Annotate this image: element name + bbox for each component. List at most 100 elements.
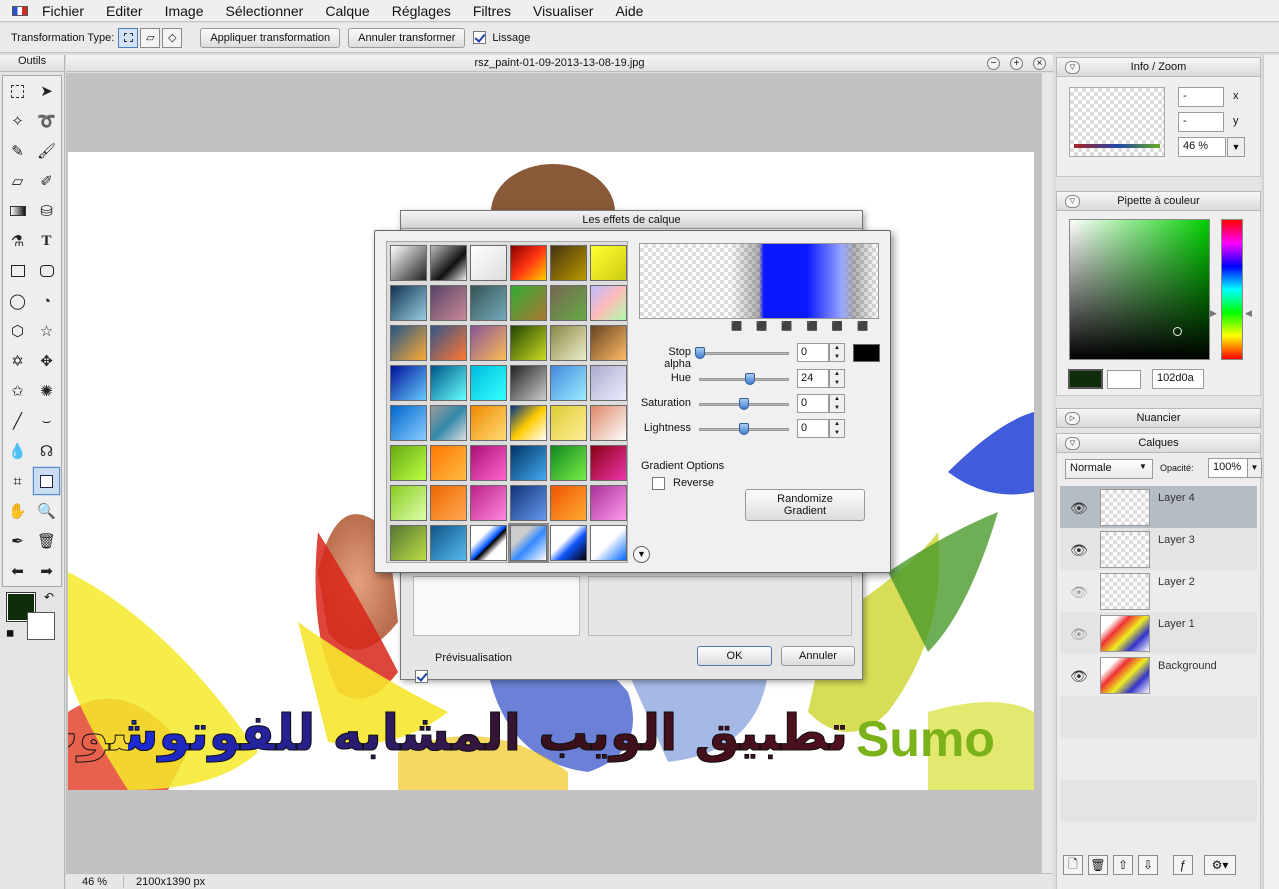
smoothing-checkbox[interactable] xyxy=(473,31,487,44)
collapse-toggle-icon[interactable]: ▽ xyxy=(1065,61,1080,74)
rectangle-icon[interactable] xyxy=(3,256,32,286)
gradient-preset-swatch[interactable] xyxy=(390,485,427,521)
gradient-preset-swatch[interactable] xyxy=(550,285,587,321)
gradient-preset-swatch[interactable] xyxy=(590,525,627,561)
trash-icon[interactable]: 🗑 xyxy=(32,526,61,556)
opacity-dropdown-icon[interactable]: ▼ xyxy=(1247,458,1262,478)
gradient-stop-markers[interactable]: ⬛⬛⬛⬛⬛⬛ xyxy=(731,321,882,332)
effects-list[interactable] xyxy=(413,576,580,636)
stop-alpha-thumb[interactable] xyxy=(695,347,705,359)
eye-visibility-icon[interactable]: 👁 xyxy=(1070,626,1088,643)
ellipse-icon[interactable]: ◯ xyxy=(3,286,32,316)
stop-alpha-spinner[interactable]: ▲ ▼ xyxy=(829,343,845,362)
move-layer-up-icon[interactable]: ⇧ xyxy=(1113,855,1133,875)
delete-layer-icon[interactable]: 🗑 xyxy=(1088,855,1108,875)
pie-icon[interactable]: ◔ xyxy=(32,286,61,316)
lightness-input[interactable]: 0 xyxy=(797,419,829,438)
layer-row[interactable]: 👁 Layer 3 xyxy=(1060,528,1257,570)
layer-settings-gear-icon[interactable]: ⚙▾ xyxy=(1204,855,1236,875)
menu-image[interactable]: Image xyxy=(165,3,204,19)
hexagon-icon[interactable]: ⬡ xyxy=(3,316,32,346)
hue-strip[interactable] xyxy=(1221,219,1243,360)
ok-button[interactable]: OK xyxy=(697,646,772,666)
flower-icon[interactable]: ✺ xyxy=(32,376,61,406)
maximize-icon[interactable]: + xyxy=(1010,57,1023,70)
info-zoom-header[interactable]: ▽ Info / Zoom xyxy=(1056,57,1261,77)
star-icon[interactable]: ☆ xyxy=(32,316,61,346)
brush-icon[interactable]: 🖌 xyxy=(32,136,61,166)
gradient-preset-swatch[interactable] xyxy=(390,405,427,441)
menu-selectionner[interactable]: Sélectionner xyxy=(226,3,304,19)
saturation-input[interactable]: 0 xyxy=(797,394,829,413)
expand-toggle-icon[interactable]: ▷ xyxy=(1065,412,1080,425)
stop-alpha-input[interactable]: 0 xyxy=(797,343,829,362)
bucket-icon[interactable]: ⛁ xyxy=(32,196,61,226)
gradient-preset-swatch[interactable] xyxy=(590,405,627,441)
lightness-spinner[interactable]: ▲ ▼ xyxy=(829,419,845,438)
gradient-preset-swatch[interactable] xyxy=(430,525,467,561)
crop-icon[interactable]: ⌗ xyxy=(3,466,32,496)
stop-color-swatch[interactable] xyxy=(853,344,880,362)
cancel-transform-button[interactable]: Annuler transformer xyxy=(348,27,466,48)
stop-alpha-slider[interactable] xyxy=(699,352,789,355)
gradient-preset-swatch[interactable] xyxy=(430,325,467,361)
eye-visibility-icon[interactable]: 👁 xyxy=(1070,668,1088,685)
custom-shape-icon[interactable]: ✩ xyxy=(3,376,32,406)
gradient-preset-swatch[interactable] xyxy=(510,245,547,281)
opacity-field[interactable]: 100% xyxy=(1208,458,1248,478)
gradient-preset-swatch[interactable] xyxy=(390,285,427,321)
gradient-preset-swatch[interactable] xyxy=(508,523,549,563)
layers-header[interactable]: ▽ Calques xyxy=(1056,433,1261,453)
canvas-vertical-scrollbar[interactable] xyxy=(1041,73,1053,873)
move-tool-icon[interactable]: ➤ xyxy=(32,76,61,106)
swap-colors-icon[interactable]: ↶ xyxy=(44,590,54,604)
gradient-preset-swatch[interactable] xyxy=(550,405,587,441)
layer-row[interactable]: 👁 Layer 2 xyxy=(1060,570,1257,612)
stamp-icon[interactable]: ⚗ xyxy=(3,226,32,256)
navigator-thumbnail[interactable] xyxy=(1069,87,1165,157)
status-zoom[interactable]: 46 % xyxy=(66,875,124,888)
gradient-preset-swatch[interactable] xyxy=(510,445,547,481)
eraser-icon[interactable]: ▱ xyxy=(3,166,32,196)
menu-filtres[interactable]: Filtres xyxy=(473,3,511,19)
eye-visibility-icon[interactable]: 👁 xyxy=(1070,542,1088,559)
gradient-preset-swatch[interactable] xyxy=(510,365,547,401)
gradient-preset-swatch[interactable] xyxy=(390,325,427,361)
gradient-preset-swatch[interactable] xyxy=(470,325,507,361)
hand-icon[interactable]: ✋ xyxy=(3,496,32,526)
line-icon[interactable]: ╱ xyxy=(3,406,32,436)
menu-fichier[interactable]: Fichier xyxy=(42,3,84,19)
puzzle-icon[interactable]: ✥ xyxy=(32,346,61,376)
gradient-preset-swatch[interactable] xyxy=(590,485,627,521)
gradient-preset-swatch[interactable] xyxy=(550,365,587,401)
transform-tool-icon[interactable] xyxy=(32,466,61,496)
more-presets-chevron-down-icon[interactable]: ▼ xyxy=(633,546,650,563)
gradient-preset-swatch[interactable] xyxy=(590,325,627,361)
lightness-thumb[interactable] xyxy=(739,423,749,435)
menu-reglages[interactable]: Réglages xyxy=(392,3,451,19)
marquee-tool-icon[interactable] xyxy=(3,76,32,106)
gradient-preset-swatch[interactable] xyxy=(590,445,627,481)
sharpen-icon[interactable]: ☊ xyxy=(32,436,61,466)
star6-icon[interactable]: ✡ xyxy=(3,346,32,376)
gradient-preset-swatch[interactable] xyxy=(550,245,587,281)
color-hex-field[interactable]: 102d0a xyxy=(1152,369,1204,389)
hue-input[interactable]: 24 xyxy=(797,369,829,388)
gradient-preset-swatch[interactable] xyxy=(430,405,467,441)
annuler-button[interactable]: Annuler xyxy=(781,646,855,666)
hue-left-arrow-icon[interactable]: ▶ xyxy=(1210,308,1217,319)
collapse-toggle-icon[interactable]: ▽ xyxy=(1065,437,1080,450)
zoom-dropdown-icon[interactable]: ▼ xyxy=(1227,137,1245,157)
gradient-preset-swatch[interactable] xyxy=(510,285,547,321)
eye-visibility-icon[interactable]: 👁 xyxy=(1070,584,1088,601)
gradient-preset-swatch[interactable] xyxy=(470,245,507,281)
gradient-preset-swatch[interactable] xyxy=(470,445,507,481)
redo-arrow-icon[interactable]: ➡ xyxy=(32,556,61,586)
gradient-preset-swatch[interactable] xyxy=(390,445,427,481)
menu-editer[interactable]: Editer xyxy=(106,3,143,19)
layer-row[interactable]: 👁 Layer 4 xyxy=(1060,486,1257,528)
hue-spinner[interactable]: ▲ ▼ xyxy=(829,369,845,388)
zoom-icon[interactable]: 🔍 xyxy=(32,496,61,526)
close-icon[interactable]: × xyxy=(1033,57,1046,70)
hue-right-arrow-icon[interactable]: ◀ xyxy=(1245,308,1252,319)
